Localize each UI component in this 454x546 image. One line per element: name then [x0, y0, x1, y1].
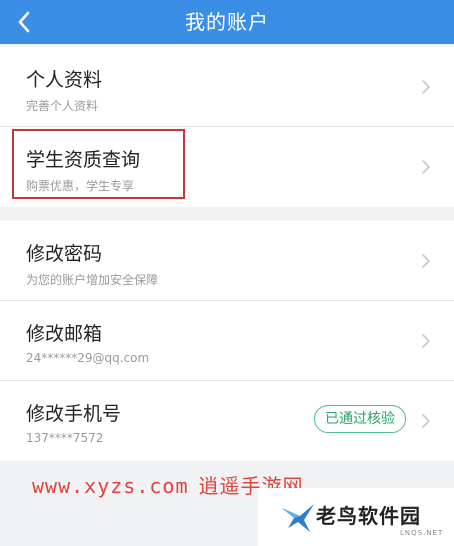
list-group-security: 修改密码 为您的账户增加安全保障 修改邮箱 24******29@qq.com …	[0, 221, 454, 461]
page-title: 我的账户	[185, 10, 269, 34]
row-personal-info[interactable]: 个人资料 完善个人资料	[0, 47, 454, 127]
row-change-email[interactable]: 修改邮箱 24******29@qq.com	[0, 301, 454, 381]
row-subtitle: 购票优惠，学生专享	[26, 179, 135, 193]
row-subtitle: 为您的账户增加安全保障	[26, 273, 159, 287]
bird-logo-icon	[282, 504, 314, 532]
verified-badge: 已通过核验	[314, 405, 406, 433]
row-label: 修改密码	[26, 243, 103, 265]
chevron-right-icon	[422, 414, 430, 428]
watermark-domain: LNQS.NET	[400, 529, 444, 537]
chevron-right-icon	[422, 160, 430, 174]
row-change-phone[interactable]: 修改手机号 137****7572 已通过核验	[0, 381, 454, 461]
watermark-brand: 老鸟软件园	[316, 504, 421, 528]
watermark-logo: 老鸟软件园 LNQS.NET	[258, 488, 454, 546]
row-change-password[interactable]: 修改密码 为您的账户增加安全保障	[0, 221, 454, 301]
chevron-right-icon	[422, 334, 430, 348]
row-label: 修改邮箱	[26, 323, 103, 345]
row-label: 学生资质查询	[26, 149, 141, 171]
row-label: 个人资料	[26, 69, 103, 91]
account-page: 我的账户 个人资料 完善个人资料 学生资质查询 购票优惠，学生专享 修改密码 为…	[0, 0, 454, 546]
chevron-right-icon	[422, 80, 430, 94]
row-label: 修改手机号	[26, 403, 122, 425]
list-group-profile: 个人资料 完善个人资料 学生资质查询 购票优惠，学生专享	[0, 47, 454, 207]
chevron-right-icon	[422, 254, 430, 268]
row-subtitle: 24******29@qq.com	[26, 351, 150, 365]
watermark-url: www.xyzs.com	[32, 474, 189, 498]
row-student-qualification[interactable]: 学生资质查询 购票优惠，学生专享	[0, 127, 454, 207]
row-subtitle: 完善个人资料	[26, 99, 99, 113]
top-bar: 我的账户	[0, 0, 454, 44]
row-subtitle: 137****7572	[26, 431, 104, 445]
